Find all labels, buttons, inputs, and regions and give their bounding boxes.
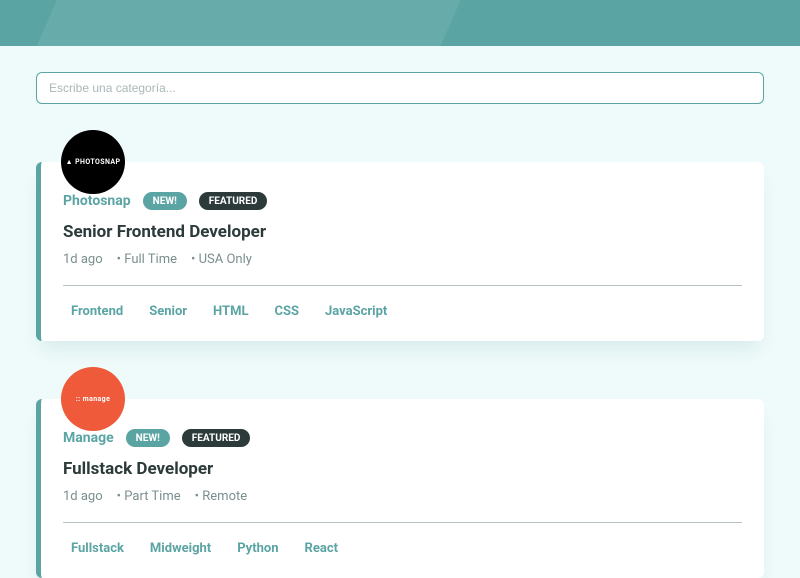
new-badge: NEW! [143, 192, 187, 210]
filter-tag[interactable]: React [305, 541, 338, 556]
position-title[interactable]: Senior Frontend Developer [63, 222, 742, 242]
posted-at: 1d ago [63, 489, 103, 504]
new-badge: NEW! [126, 429, 170, 447]
tag-list: Fullstack Midweight Python React [63, 541, 742, 556]
search-input[interactable] [36, 72, 764, 104]
company-avatar: ▲ PHOTOSNAP [61, 130, 125, 194]
company-name: Manage [63, 430, 114, 446]
featured-badge: FEATURED [182, 429, 251, 447]
position-title[interactable]: Fullstack Developer [63, 459, 742, 479]
job-card: :: manage Manage NEW! FEATURED Fullstack… [36, 399, 764, 578]
filter-tag[interactable]: HTML [213, 304, 248, 319]
company-row: Photosnap NEW! FEATURED [63, 192, 742, 210]
tag-list: Frontend Senior HTML CSS JavaScript [63, 304, 742, 319]
filter-tag[interactable]: Fullstack [71, 541, 124, 556]
meta-row: 1d ago Full Time USA Only [63, 252, 742, 267]
company-row: Manage NEW! FEATURED [63, 429, 742, 447]
divider [63, 522, 742, 523]
filter-tag[interactable]: Midweight [150, 541, 211, 556]
featured-badge: FEATURED [199, 192, 268, 210]
header-background [0, 0, 800, 46]
divider [63, 285, 742, 286]
filter-tag[interactable]: Python [237, 541, 278, 556]
posted-at: 1d ago [63, 252, 103, 267]
job-card: ▲ PHOTOSNAP Photosnap NEW! FEATURED Seni… [36, 162, 764, 341]
filter-tag[interactable]: Frontend [71, 304, 123, 319]
location: USA Only [191, 252, 252, 267]
contract-type: Part Time [117, 489, 181, 504]
filter-tag[interactable]: JavaScript [325, 304, 387, 319]
meta-row: 1d ago Part Time Remote [63, 489, 742, 504]
avatar-label: :: manage [76, 395, 111, 403]
contract-type: Full Time [117, 252, 177, 267]
main-container: ▲ PHOTOSNAP Photosnap NEW! FEATURED Seni… [0, 46, 800, 578]
filter-tag[interactable]: Senior [149, 304, 187, 319]
company-avatar: :: manage [61, 367, 125, 431]
avatar-label: ▲ PHOTOSNAP [66, 158, 121, 166]
filter-tag[interactable]: CSS [275, 304, 300, 319]
company-name: Photosnap [63, 193, 131, 209]
location: Remote [195, 489, 248, 504]
